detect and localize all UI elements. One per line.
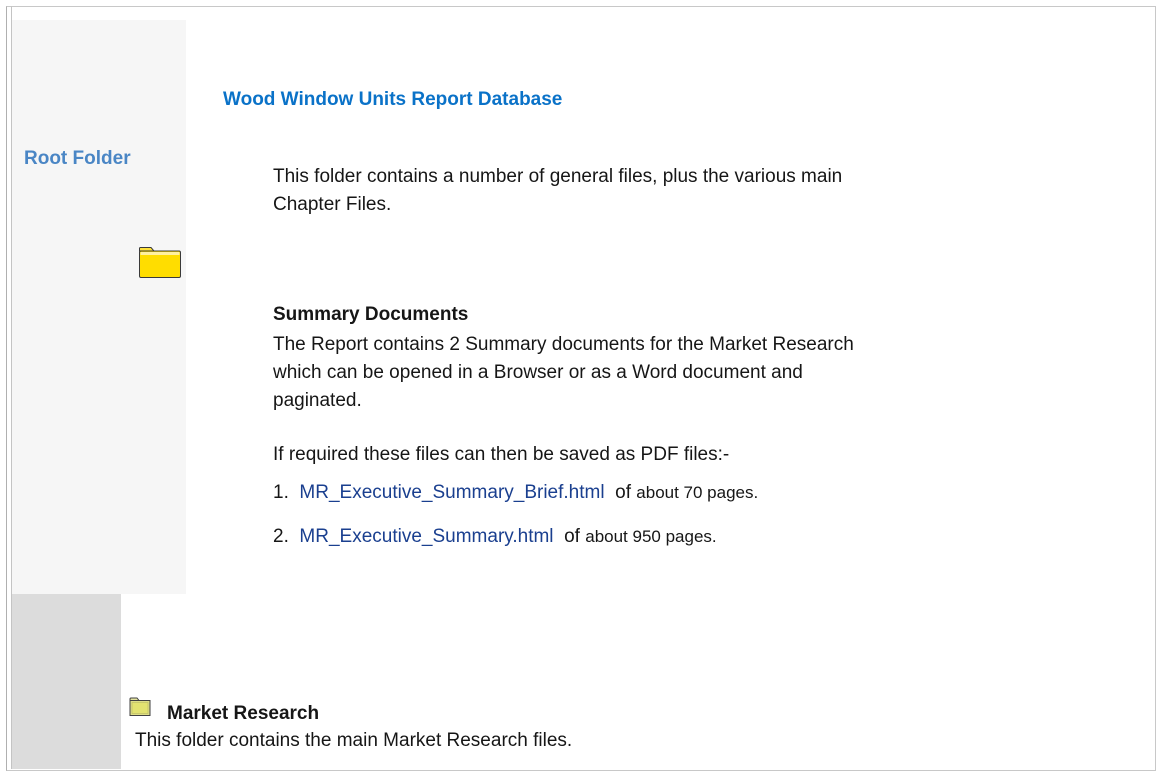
document-pages: about 950 pages. [585,527,717,546]
document-of: of [564,526,580,547]
summary-text: The Report contains 2 Summary documents … [273,334,854,411]
market-research-heading[interactable]: Market Research [167,703,319,725]
market-research-description: This folder contains the main Market Res… [135,730,573,751]
root-folder-label: Root Folder [24,148,131,169]
sidebar-lower-panel [12,594,121,769]
document-number: 2. [273,526,289,547]
document-link-brief[interactable]: MR_Executive_Summary_Brief.html [299,482,604,503]
intro-text: This folder contains a number of general… [273,166,843,215]
document-item-2: 2. MR_Executive_Summary.html of about 95… [273,526,717,548]
page-title: Wood Window Units Report Database [223,89,563,110]
document-pages: about 70 pages. [636,483,759,502]
sidebar-panel [12,20,186,594]
root-folder-icon [139,247,181,278]
market-research-folder-icon[interactable] [129,697,151,717]
document-item-1: 1. MR_Executive_Summary_Brief.html of ab… [273,482,758,504]
document-number: 1. [273,482,289,503]
document-link-full[interactable]: MR_Executive_Summary.html [299,526,553,547]
summary-heading: Summary Documents [273,304,469,325]
document-of: of [615,482,631,503]
pdf-note: If required these files can then be save… [273,444,730,465]
